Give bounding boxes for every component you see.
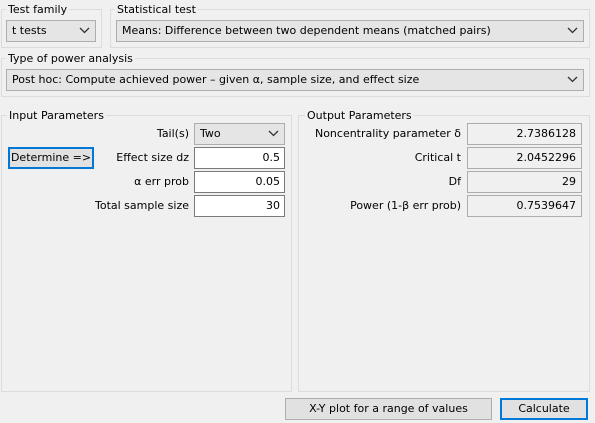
input-parameters-title: Input Parameters [7,109,106,122]
test-family-value: t tests [12,24,47,37]
chevron-down-icon [567,70,578,90]
power-analysis-select[interactable]: Post hoc: Compute achieved power – given… [6,69,584,91]
output-parameters-title: Output Parameters [305,109,414,122]
critical-t-label: Critical t [414,151,461,164]
noncentrality-value: 2.7386128 [467,123,582,145]
tails-value: Two [200,127,221,140]
chevron-down-icon [79,21,90,41]
xy-plot-button[interactable]: X-Y plot for a range of values [285,398,492,420]
chevron-down-icon [268,124,279,144]
statistical-test-value: Means: Difference between two dependent … [122,24,491,37]
test-family-label: Test family [6,3,70,16]
noncentrality-label: Noncentrality parameter δ [314,127,461,140]
critical-t-value: 2.0452296 [467,147,582,169]
power-label: Power (1-β err prob) [350,199,461,212]
chevron-down-icon [567,21,578,41]
determine-button[interactable]: Determine => [8,147,94,169]
power-analysis-value: Post hoc: Compute achieved power – given… [12,73,420,86]
test-family-select[interactable]: t tests [6,20,96,42]
df-label: Df [448,175,461,188]
sample-size-input[interactable]: 30 [194,195,285,217]
effect-size-label: Effect size dz [116,151,189,164]
tails-label: Tail(s) [156,127,189,140]
power-value: 0.7539647 [467,195,582,217]
tails-select[interactable]: Two [194,123,285,145]
statistical-test-label: Statistical test [115,3,198,16]
statistical-test-select[interactable]: Means: Difference between two dependent … [116,20,584,42]
sample-size-label: Total sample size [94,199,189,212]
df-value: 29 [467,171,582,193]
alpha-input[interactable]: 0.05 [194,171,285,193]
alpha-label: α err prob [134,175,189,188]
effect-size-input[interactable]: 0.5 [194,147,285,169]
power-analysis-label: Type of power analysis [6,52,135,65]
calculate-button[interactable]: Calculate [500,398,588,420]
